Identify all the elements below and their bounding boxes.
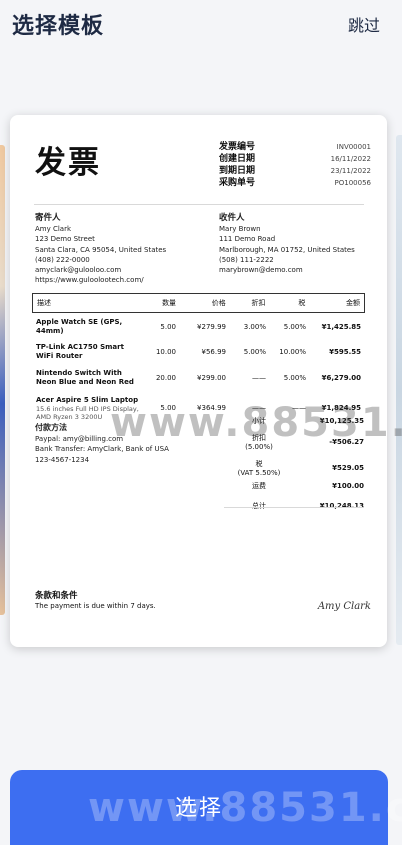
total-row-tax: 税 (VAT 5.50%) ¥529.05 bbox=[224, 460, 364, 482]
invoice-template-preview[interactable]: 发票 发票编号 INV00001 创建日期 16/11/2022 到期日期 23… bbox=[10, 115, 387, 647]
col-header-amount: 金额 bbox=[346, 299, 360, 307]
item-description: Acer Aspire 5 Slim Laptop 15.6 inches Fu… bbox=[36, 395, 139, 421]
meta-value: 16/11/2022 bbox=[330, 155, 371, 163]
item-amount: ¥1,425.85 bbox=[321, 323, 361, 331]
item-amount: ¥6,279.00 bbox=[321, 374, 361, 382]
total-value: ¥10,125.35 bbox=[319, 417, 364, 425]
item-tax: 10.00% bbox=[279, 348, 306, 356]
total-label: 小计 bbox=[252, 417, 266, 425]
recipient-line: Marlborough, MA 01752, United States bbox=[219, 245, 355, 254]
item-amount: ¥595.55 bbox=[329, 348, 361, 356]
meta-value: 23/11/2022 bbox=[330, 167, 371, 175]
total-label: 运费 bbox=[252, 482, 266, 490]
item-description: Apple Watch SE (GPS, 44mm) bbox=[36, 318, 123, 335]
recipient-line: 111 Demo Road bbox=[219, 235, 276, 244]
recipient-block: 收件人 Mary Brown 111 Demo Road Marlborough… bbox=[219, 213, 379, 275]
item-tax: —— bbox=[292, 404, 306, 412]
totals-block: 小计 ¥10,125.35 折扣 (5.00%) -¥506.27 税 (VAT… bbox=[224, 417, 364, 520]
total-value: ¥529.05 bbox=[332, 464, 364, 472]
payment-line: Bank Transfer: AmyClark, Bank of USA bbox=[35, 445, 169, 453]
total-value: -¥506.27 bbox=[329, 438, 364, 446]
recipient-heading: 收件人 bbox=[219, 213, 245, 223]
table-row: Apple Watch SE (GPS, 44mm) 5.00 ¥279.99 … bbox=[32, 316, 365, 338]
item-description: TP-Link AC1750 Smart WiFi Router bbox=[36, 343, 124, 360]
recipient-line: (508) 111-2222 bbox=[219, 255, 274, 264]
item-price: ¥299.00 bbox=[197, 374, 226, 382]
table-row: Nintendo Switch With Neon Blue and Neon … bbox=[32, 366, 365, 390]
item-discount: 3.00% bbox=[243, 323, 266, 331]
payment-line: Paypal: amy@billing.com bbox=[35, 434, 124, 443]
sender-line: 123 Demo Street bbox=[35, 235, 95, 244]
item-discount: —— bbox=[252, 374, 266, 382]
table-header: 描述 数量 价格 折扣 税 金额 bbox=[32, 293, 365, 313]
item-discount: 5.00% bbox=[243, 348, 266, 356]
page-title: 选择模板 bbox=[12, 14, 105, 39]
meta-row-created-date: 创建日期 16/11/2022 bbox=[219, 153, 371, 165]
sender-line: https://www.guloolootech.com/ bbox=[35, 276, 144, 285]
meta-value: INV00001 bbox=[336, 143, 371, 151]
table-row: TP-Link AC1750 Smart WiFi Router 10.00 ¥… bbox=[32, 340, 365, 364]
item-quantity: 20.00 bbox=[155, 374, 176, 382]
item-price: ¥279.99 bbox=[197, 323, 226, 331]
total-value: ¥100.00 bbox=[332, 482, 364, 490]
payment-method-block: 付款方法 Paypal: amy@billing.com Bank Transf… bbox=[35, 423, 205, 465]
recipient-line: Mary Brown bbox=[219, 225, 261, 234]
item-amount: ¥1,824.95 bbox=[321, 404, 361, 412]
col-header-description: 描述 bbox=[37, 299, 51, 307]
payment-line: 123-4567-1234 bbox=[35, 455, 90, 464]
invoice-title: 发票 bbox=[35, 145, 101, 181]
totals-divider bbox=[224, 507, 364, 508]
sender-line: amyclark@gulooloo.com bbox=[35, 266, 122, 275]
item-discount: —— bbox=[252, 404, 266, 412]
item-subdescription: 15.6 inches Full HD IPS Display, AMD Ryz… bbox=[36, 404, 139, 421]
meta-label: 到期日期 bbox=[219, 166, 256, 176]
signature-image: Amy Clark bbox=[317, 601, 371, 612]
total-row-shipping: 运费 ¥100.00 bbox=[224, 482, 364, 502]
sender-line: Santa Clara, CA 95054, United States bbox=[35, 245, 167, 254]
line-items-table: 描述 数量 价格 折扣 税 金额 Apple Watch SE (GPS, 44… bbox=[32, 293, 365, 424]
item-quantity: 10.00 bbox=[155, 348, 176, 356]
sender-line: Amy Clark bbox=[35, 225, 72, 234]
total-label: 税 (VAT 5.50%) bbox=[237, 460, 281, 477]
item-price: ¥364.99 bbox=[197, 404, 226, 412]
total-row-grand-total: 总计 ¥10,248.13 bbox=[224, 502, 364, 520]
meta-label: 创建日期 bbox=[219, 154, 256, 164]
meta-label: 发票编号 bbox=[219, 142, 256, 152]
sender-line: (408) 222-0000 bbox=[35, 255, 90, 264]
item-tax: 5.00% bbox=[283, 323, 306, 331]
item-tax: 5.00% bbox=[283, 374, 306, 382]
terms-heading: 条款和条件 bbox=[35, 591, 78, 601]
terms-block: 条款和条件 The payment is due within 7 days. bbox=[35, 591, 156, 611]
item-quantity: 5.00 bbox=[160, 323, 176, 331]
terms-text: The payment is due within 7 days. bbox=[35, 602, 156, 610]
item-quantity: 5.00 bbox=[160, 404, 176, 412]
skip-button[interactable]: 跳过 bbox=[348, 12, 380, 36]
total-label: 折扣 (5.00%) bbox=[245, 434, 273, 451]
col-header-quantity: 数量 bbox=[162, 299, 177, 307]
meta-row-invoice-number: 发票编号 INV00001 bbox=[219, 141, 371, 153]
invoice-meta: 发票编号 INV00001 创建日期 16/11/2022 到期日期 23/11… bbox=[219, 141, 371, 189]
top-bar: 选择模板 跳过 bbox=[0, 0, 402, 48]
total-row-discount: 折扣 (5.00%) -¥506.27 bbox=[224, 434, 364, 460]
recipient-line: marybrown@demo.com bbox=[219, 266, 303, 275]
sender-heading: 寄件人 bbox=[35, 213, 61, 223]
col-header-tax: 税 bbox=[298, 299, 306, 307]
col-header-discount: 折扣 bbox=[251, 299, 266, 307]
item-price: ¥56.99 bbox=[201, 348, 227, 356]
item-description: Nintendo Switch With Neon Blue and Neon … bbox=[36, 369, 134, 386]
divider bbox=[34, 204, 364, 205]
col-header-price: 价格 bbox=[211, 299, 226, 307]
select-template-button[interactable]: 选择 bbox=[10, 770, 388, 845]
next-template-card[interactable] bbox=[396, 135, 402, 645]
meta-row-due-date: 到期日期 23/11/2022 bbox=[219, 165, 371, 177]
meta-value: PO100056 bbox=[334, 179, 371, 187]
meta-label: 采购单号 bbox=[219, 178, 256, 188]
meta-row-po-number: 采购单号 PO100056 bbox=[219, 177, 371, 189]
previous-template-card[interactable] bbox=[0, 145, 5, 615]
total-value: ¥10,248.13 bbox=[319, 502, 364, 510]
sender-block: 寄件人 Amy Clark 123 Demo Street Santa Clar… bbox=[35, 213, 215, 285]
total-row-subtotal: 小计 ¥10,125.35 bbox=[224, 417, 364, 434]
payment-heading: 付款方法 bbox=[35, 423, 67, 432]
